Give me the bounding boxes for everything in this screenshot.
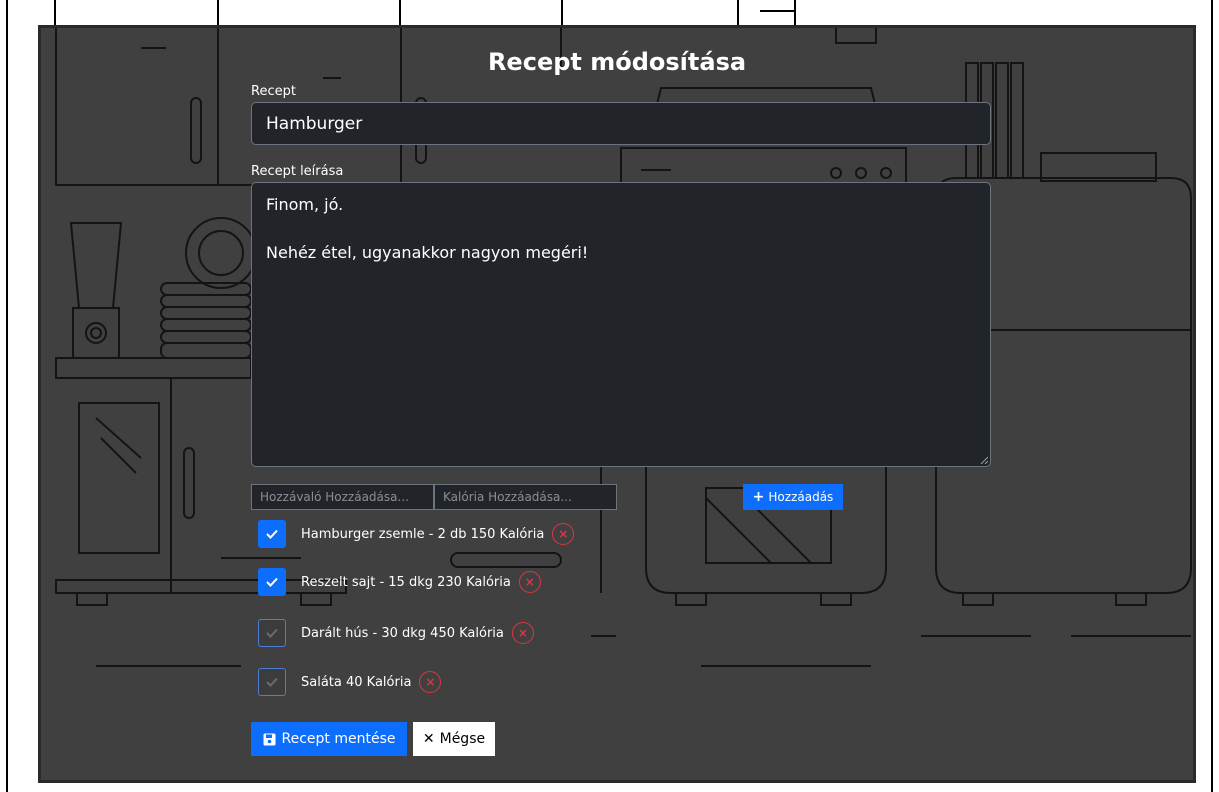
- recipe-description-label: Recept leírása: [251, 164, 344, 179]
- recipe-description-text: Finom, jó. Nehéz étel, ugyanakkor nagyon…: [266, 195, 589, 262]
- recipe-name-input[interactable]: Hamburger: [251, 102, 991, 145]
- add-ingredient-label: Hozzáadás: [768, 490, 834, 504]
- calorie-input[interactable]: Kalória Hozzáadása...: [434, 484, 617, 510]
- close-icon: ×: [558, 527, 569, 541]
- ingredient-text: Darált hús - 30 dkg 450 Kalória: [301, 625, 504, 641]
- floppy-disk-icon: [263, 733, 275, 745]
- cancel-label: Mégse: [439, 731, 486, 747]
- close-icon: ×: [524, 575, 535, 589]
- ingredient-text: Saláta 40 Kalória: [301, 674, 412, 690]
- ingredient-checkbox[interactable]: [258, 568, 286, 596]
- ingredient-item: Reszelt sajt - 15 dkg 230 Kalória ×: [258, 567, 541, 597]
- resize-handle-icon[interactable]: [980, 456, 988, 464]
- ingredient-item: Hamburger zsemle - 2 db 150 Kalória ×: [258, 519, 575, 549]
- check-icon: [266, 577, 278, 587]
- save-recipe-label: Recept mentése: [281, 731, 396, 747]
- ingredient-checkbox[interactable]: [258, 668, 286, 696]
- plus-icon: +: [752, 489, 765, 505]
- delete-ingredient-button[interactable]: ×: [511, 622, 534, 644]
- ingredient-text: Hamburger zsemle - 2 db 150 Kalória: [301, 526, 545, 542]
- delete-ingredient-button[interactable]: ×: [518, 571, 541, 593]
- ingredient-item: Darált hús - 30 dkg 450 Kalória ×: [258, 618, 534, 648]
- delete-ingredient-button[interactable]: ×: [419, 671, 442, 693]
- page-title: Recept módosítása: [487, 48, 747, 76]
- delete-ingredient-button[interactable]: ×: [552, 523, 575, 545]
- edit-recipe-panel: Recept módosítása Recept Hamburger Recep…: [38, 25, 1196, 783]
- check-icon: [266, 628, 278, 638]
- close-icon: ×: [425, 675, 436, 689]
- check-icon: [266, 529, 278, 539]
- ingredient-item: Saláta 40 Kalória ×: [258, 667, 442, 697]
- ingredient-checkbox[interactable]: [258, 619, 286, 647]
- ingredient-checkbox[interactable]: [258, 520, 286, 548]
- close-icon: ✕: [422, 731, 435, 747]
- close-icon: ×: [517, 626, 528, 640]
- recipe-name-label: Recept: [251, 84, 296, 99]
- add-ingredient-button[interactable]: + Hozzáadás: [743, 484, 843, 510]
- top-art: [54, 0, 796, 26]
- save-recipe-button[interactable]: Recept mentése: [251, 722, 407, 756]
- ingredient-text: Reszelt sajt - 15 dkg 230 Kalória: [301, 574, 511, 590]
- cancel-button[interactable]: ✕ Mégse: [413, 722, 495, 756]
- ingredient-input[interactable]: Hozzávaló Hozzáadása...: [251, 484, 434, 510]
- recipe-description-textarea[interactable]: Finom, jó. Nehéz étel, ugyanakkor nagyon…: [251, 182, 991, 467]
- check-icon: [266, 677, 278, 687]
